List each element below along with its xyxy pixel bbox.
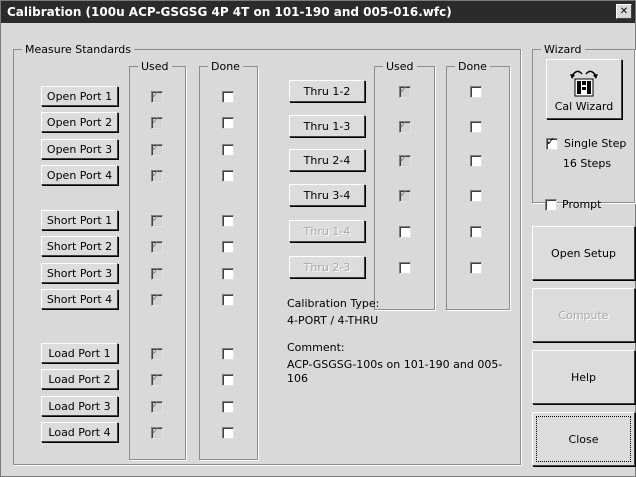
checkmark-icon: ✓ [399, 118, 409, 131]
checkmark-icon: ✓ [151, 167, 161, 180]
help-button[interactable]: Help [532, 350, 635, 404]
checkmark-icon: ✓ [151, 265, 161, 278]
used-checkbox: ✓ [151, 141, 163, 156]
checkmark-icon: ✓ [151, 141, 161, 154]
compute-button[interactable]: Compute [532, 288, 635, 342]
done-checkbox [222, 144, 234, 156]
load-port-1-button[interactable]: Load Port 1 [41, 343, 118, 363]
thru-button[interactable]: Thru 1-4 [289, 220, 365, 242]
load-port-3-button[interactable]: Load Port 3 [41, 396, 118, 416]
done-checkbox [222, 215, 234, 227]
open-port-3-button[interactable]: Open Port 3 [41, 139, 118, 159]
used-checkbox: ✓ [151, 238, 163, 253]
open-port-1-button[interactable]: Open Port 1 [41, 86, 118, 106]
checkmark-icon: ✓ [151, 114, 161, 127]
dialog-body: Measure Standards Used Done Used Done Op… [1, 23, 635, 476]
close-button[interactable]: Close [532, 412, 635, 466]
short-port-4-button[interactable]: Short Port 4 [41, 289, 118, 309]
used-checkbox: ✓ [399, 118, 411, 133]
calibration-type-label: Calibration Type: [287, 297, 380, 310]
checkmark-icon: ✓ [151, 212, 161, 225]
thru-button[interactable]: Thru 2-3 [289, 256, 365, 278]
checkmark-icon: ✓ [151, 371, 161, 384]
done-checkbox [470, 86, 482, 98]
used-checkbox: ✓ [151, 371, 163, 386]
done-checkbox [470, 262, 482, 274]
calibration-window: Calibration (100u ACP-GSGSG 4P 4T on 101… [0, 0, 636, 477]
done-checkbox [222, 374, 234, 386]
prompt-label: Prompt [562, 198, 602, 211]
checkmark-icon: ✓ [151, 291, 161, 304]
thru-button[interactable]: Thru 3-4 [289, 184, 365, 206]
done-checkbox [222, 91, 234, 103]
load-port-2-button[interactable]: Load Port 2 [41, 369, 118, 389]
cal-wizard-button[interactable]: Cal Wizard [546, 59, 622, 119]
short-port-1-button[interactable]: Short Port 1 [41, 210, 118, 230]
used-checkbox: ✓ [151, 265, 163, 280]
short-port-2-button[interactable]: Short Port 2 [41, 236, 118, 256]
used-checkbox [399, 226, 411, 238]
used-checkbox: ✓ [151, 345, 163, 360]
done-header-left: Done [211, 60, 240, 73]
checkmark-icon: ✓ [399, 187, 409, 200]
used-checkbox: ✓ [151, 398, 163, 413]
close-icon[interactable]: ✕ [616, 4, 632, 19]
load-port-4-button[interactable]: Load Port 4 [41, 422, 118, 442]
used-checkbox: ✓ [399, 187, 411, 202]
done-checkbox [470, 190, 482, 202]
checkmark-icon: ✓ [151, 424, 161, 437]
done-checkbox [470, 226, 482, 238]
checkmark-icon: ✓ [399, 83, 409, 96]
done-checkbox [222, 427, 234, 439]
checkmark-icon: ✓ [151, 238, 161, 251]
used-checkbox: ✓ [151, 291, 163, 306]
done-checkbox [222, 401, 234, 413]
checkmark-icon: ✓ [151, 398, 161, 411]
wizard-icon [570, 70, 598, 96]
cal-wizard-label: Cal Wizard [554, 99, 614, 113]
used-checkbox: ✓ [151, 424, 163, 439]
single-step-checkbox[interactable]: ✓ [546, 135, 558, 150]
used-checkbox: ✓ [399, 152, 411, 167]
thru-button[interactable]: Thru 1-3 [289, 115, 365, 137]
done-checkbox [222, 268, 234, 280]
done-checkbox [470, 155, 482, 167]
window-title: Calibration (100u ACP-GSGSG 4P 4T on 101… [7, 5, 452, 19]
checkmark-icon: ✓ [399, 152, 409, 165]
done-checkbox [222, 348, 234, 360]
used-checkbox: ✓ [151, 88, 163, 103]
checkmark-icon: ✓ [151, 345, 161, 358]
short-port-3-button[interactable]: Short Port 3 [41, 263, 118, 283]
used-checkbox: ✓ [399, 83, 411, 98]
done-header-right: Done [458, 60, 487, 73]
checkmark-icon: ✓ [151, 88, 161, 101]
comment-value: ACP-GSGSG-100s on 101-190 and 005-106 [287, 358, 503, 385]
used-checkbox [399, 262, 411, 274]
prompt-checkbox[interactable] [545, 199, 557, 211]
done-checkbox [470, 121, 482, 133]
steps-count: 16 Steps [562, 157, 612, 170]
measure-standards-legend: Measure Standards [25, 43, 132, 56]
used-checkbox: ✓ [151, 114, 163, 129]
open-setup-button[interactable]: Open Setup [532, 226, 635, 280]
open-port-2-button[interactable]: Open Port 2 [41, 112, 118, 132]
done-checkbox [222, 117, 234, 129]
title-bar: Calibration (100u ACP-GSGSG 4P 4T on 101… [1, 1, 635, 23]
used-checkbox: ✓ [151, 212, 163, 227]
checkmark-icon: ✓ [546, 135, 556, 148]
used-header-left: Used [141, 60, 169, 73]
done-checkbox [222, 294, 234, 306]
wizard-legend: Wizard [544, 43, 582, 56]
calibration-type-value: 4-PORT / 4-THRU [287, 314, 379, 327]
done-checkbox [222, 241, 234, 253]
comment-label: Comment: [287, 341, 345, 354]
used-header-right: Used [386, 60, 414, 73]
thru-button[interactable]: Thru 2-4 [289, 149, 365, 171]
thru-button[interactable]: Thru 1-2 [289, 80, 365, 102]
used-checkbox: ✓ [151, 167, 163, 182]
open-port-4-button[interactable]: Open Port 4 [41, 165, 118, 185]
single-step-label: Single Step [564, 137, 627, 150]
done-checkbox [222, 170, 234, 182]
